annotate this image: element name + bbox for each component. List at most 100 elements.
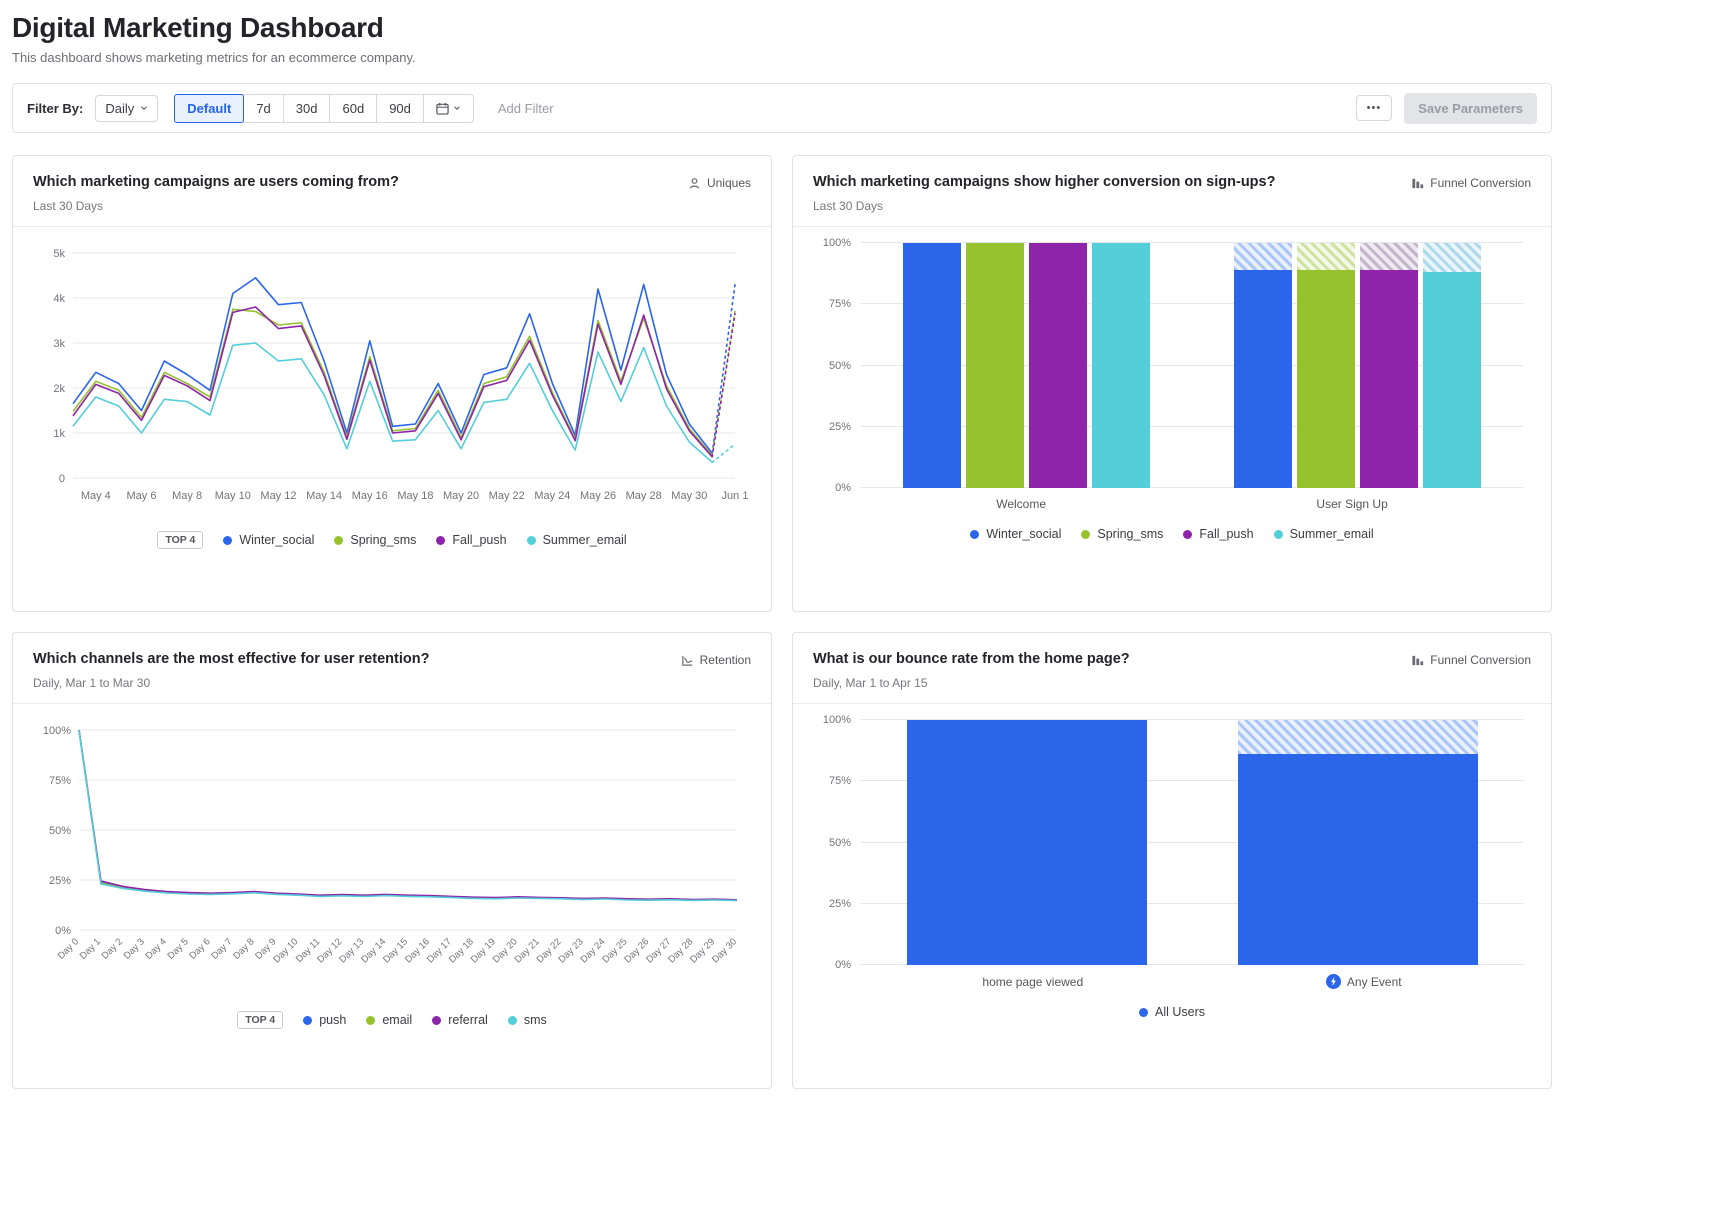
panel-title: What is our bounce rate from the home pa… bbox=[813, 651, 1130, 667]
segment-default[interactable]: Default bbox=[174, 94, 244, 123]
line-series-Winter_social[interactable] bbox=[73, 278, 712, 454]
line-series-referral[interactable] bbox=[79, 730, 737, 900]
legend-item-Spring_sms[interactable]: Spring_sms bbox=[334, 533, 416, 547]
line-series-Summer_email[interactable] bbox=[73, 343, 712, 462]
legend-item-Spring_sms[interactable]: Spring_sms bbox=[1081, 527, 1163, 541]
bar-group bbox=[903, 243, 1150, 488]
segment-7d[interactable]: 7d bbox=[243, 94, 283, 123]
bar-Winter_social[interactable] bbox=[1234, 243, 1292, 488]
bar-All Users[interactable] bbox=[1238, 720, 1478, 965]
svg-text:May 28: May 28 bbox=[626, 490, 662, 502]
date-range-segmented: Default 7d 30d 60d 90d bbox=[174, 94, 474, 123]
panel-title: Which marketing campaigns are users comi… bbox=[33, 174, 399, 190]
bar-Spring_sms[interactable] bbox=[1297, 243, 1355, 488]
chart-legend: TOP 4pushemailreferralsms bbox=[33, 1011, 751, 1029]
bar-category-label: home page viewed bbox=[982, 974, 1083, 989]
bar-converted-segment bbox=[1238, 754, 1478, 965]
line-series-email[interactable] bbox=[79, 730, 737, 900]
bar-All Users[interactable] bbox=[907, 720, 1147, 965]
y-axis-label: 100% bbox=[813, 714, 851, 726]
legend-label: sms bbox=[524, 1013, 547, 1027]
legend-item-Fall_push[interactable]: Fall_push bbox=[436, 533, 506, 547]
legend-label: referral bbox=[448, 1013, 488, 1027]
panel-subtitle: Daily, Mar 1 to Apr 15 bbox=[813, 676, 1130, 690]
save-parameters-button[interactable]: Save Parameters bbox=[1404, 93, 1537, 124]
dashboard-page: Digital Marketing Dashboard This dashboa… bbox=[0, 0, 1552, 1113]
bar-Winter_social[interactable] bbox=[903, 243, 961, 488]
svg-text:4k: 4k bbox=[53, 293, 65, 305]
svg-text:May 26: May 26 bbox=[580, 490, 616, 502]
svg-text:25%: 25% bbox=[49, 875, 71, 887]
svg-text:May 30: May 30 bbox=[671, 490, 707, 502]
svg-text:May 8: May 8 bbox=[172, 490, 202, 502]
panel-header: Which marketing campaigns show higher co… bbox=[793, 156, 1551, 226]
legend-item-Winter_social[interactable]: Winter_social bbox=[223, 533, 314, 547]
panel-subtitle: Last 30 Days bbox=[813, 199, 1275, 213]
svg-text:50%: 50% bbox=[49, 825, 71, 837]
bar-group bbox=[907, 720, 1147, 965]
metric-type-label: Funnel Conversion bbox=[1411, 653, 1531, 667]
add-filter-button[interactable]: Add Filter bbox=[498, 101, 554, 116]
legend-label: email bbox=[382, 1013, 412, 1027]
chevron-down-icon bbox=[453, 104, 461, 112]
panel-signup-funnel: Which marketing campaigns show higher co… bbox=[792, 155, 1552, 612]
svg-text:100%: 100% bbox=[43, 725, 71, 737]
y-axis-label: 25% bbox=[813, 898, 851, 910]
more-options-button[interactable]: ••• bbox=[1356, 95, 1393, 121]
bar-Fall_push[interactable] bbox=[1360, 243, 1418, 488]
panel-header: Which channels are the most effective fo… bbox=[13, 633, 771, 703]
legend-item-Summer_email[interactable]: Summer_email bbox=[527, 533, 627, 547]
page-subtitle: This dashboard shows marketing metrics f… bbox=[12, 50, 1552, 65]
metric-type-label: Funnel Conversion bbox=[1411, 176, 1531, 190]
line-series-Fall_push[interactable] bbox=[73, 307, 712, 457]
filter-bar: Filter By: Daily Default 7d 30d 60d 90d … bbox=[12, 83, 1552, 133]
segment-90d[interactable]: 90d bbox=[376, 94, 424, 123]
y-axis-label: 50% bbox=[813, 360, 851, 372]
uniques-icon bbox=[688, 177, 701, 190]
bar-plot-area: 0%25%50%75%100% bbox=[861, 243, 1523, 488]
chart-legend: Winter_social Spring_sms Fall_push Summer_e… bbox=[813, 527, 1531, 541]
svg-text:May 4: May 4 bbox=[81, 490, 111, 502]
legend-label: All Users bbox=[1155, 1005, 1205, 1019]
filter-by-label: Filter By: bbox=[27, 101, 83, 116]
svg-text:0: 0 bbox=[59, 473, 65, 485]
segment-calendar[interactable] bbox=[423, 94, 474, 123]
svg-text:3k: 3k bbox=[53, 338, 65, 350]
legend-item-push[interactable]: push bbox=[303, 1013, 346, 1027]
page-header: Digital Marketing Dashboard This dashboa… bbox=[12, 12, 1552, 65]
legend-dot bbox=[223, 536, 232, 545]
legend-dot bbox=[1274, 530, 1283, 539]
bar-plot-area: 0%25%50%75%100% bbox=[861, 720, 1523, 965]
legend-item-sms[interactable]: sms bbox=[508, 1013, 547, 1027]
legend-label: push bbox=[319, 1013, 346, 1027]
legend-item-Summer_email[interactable]: Summer_email bbox=[1274, 527, 1374, 541]
legend-item-Fall_push[interactable]: Fall_push bbox=[1183, 527, 1253, 541]
segment-30d[interactable]: 30d bbox=[283, 94, 331, 123]
bar-Spring_sms[interactable] bbox=[966, 243, 1024, 488]
legend-item-All Users[interactable]: All Users bbox=[1139, 1005, 1205, 1019]
segment-60d[interactable]: 60d bbox=[329, 94, 377, 123]
bar-Summer_email[interactable] bbox=[1092, 243, 1150, 488]
svg-text:Day 5: Day 5 bbox=[165, 936, 190, 961]
panel-bounce-rate: What is our bounce rate from the home pa… bbox=[792, 632, 1552, 1089]
y-axis-label: 50% bbox=[813, 837, 851, 849]
line-series-Summer_email-projected bbox=[712, 444, 735, 462]
calendar-icon bbox=[436, 102, 449, 115]
svg-text:May 16: May 16 bbox=[352, 490, 388, 502]
legend-item-Winter_social[interactable]: Winter_social bbox=[970, 527, 1061, 541]
svg-text:Day 10: Day 10 bbox=[271, 936, 300, 965]
line-series-sms[interactable] bbox=[79, 730, 737, 901]
y-axis-label: 100% bbox=[813, 237, 851, 249]
campaigns-line-chart: 01k2k3k4k5kMay 4May 6May 8May 10May 12Ma… bbox=[33, 243, 751, 510]
line-series-push[interactable] bbox=[79, 730, 737, 900]
svg-text:May 20: May 20 bbox=[443, 490, 479, 502]
legend-item-referral[interactable]: referral bbox=[432, 1013, 488, 1027]
interval-dropdown[interactable]: Daily bbox=[95, 95, 158, 122]
svg-text:75%: 75% bbox=[49, 775, 71, 787]
bar-Fall_push[interactable] bbox=[1029, 243, 1087, 488]
bar-Summer_email[interactable] bbox=[1423, 243, 1481, 488]
svg-text:Day 7: Day 7 bbox=[209, 936, 234, 961]
legend-item-email[interactable]: email bbox=[366, 1013, 412, 1027]
svg-text:Day 4: Day 4 bbox=[144, 936, 169, 961]
page-title: Digital Marketing Dashboard bbox=[12, 12, 1552, 44]
